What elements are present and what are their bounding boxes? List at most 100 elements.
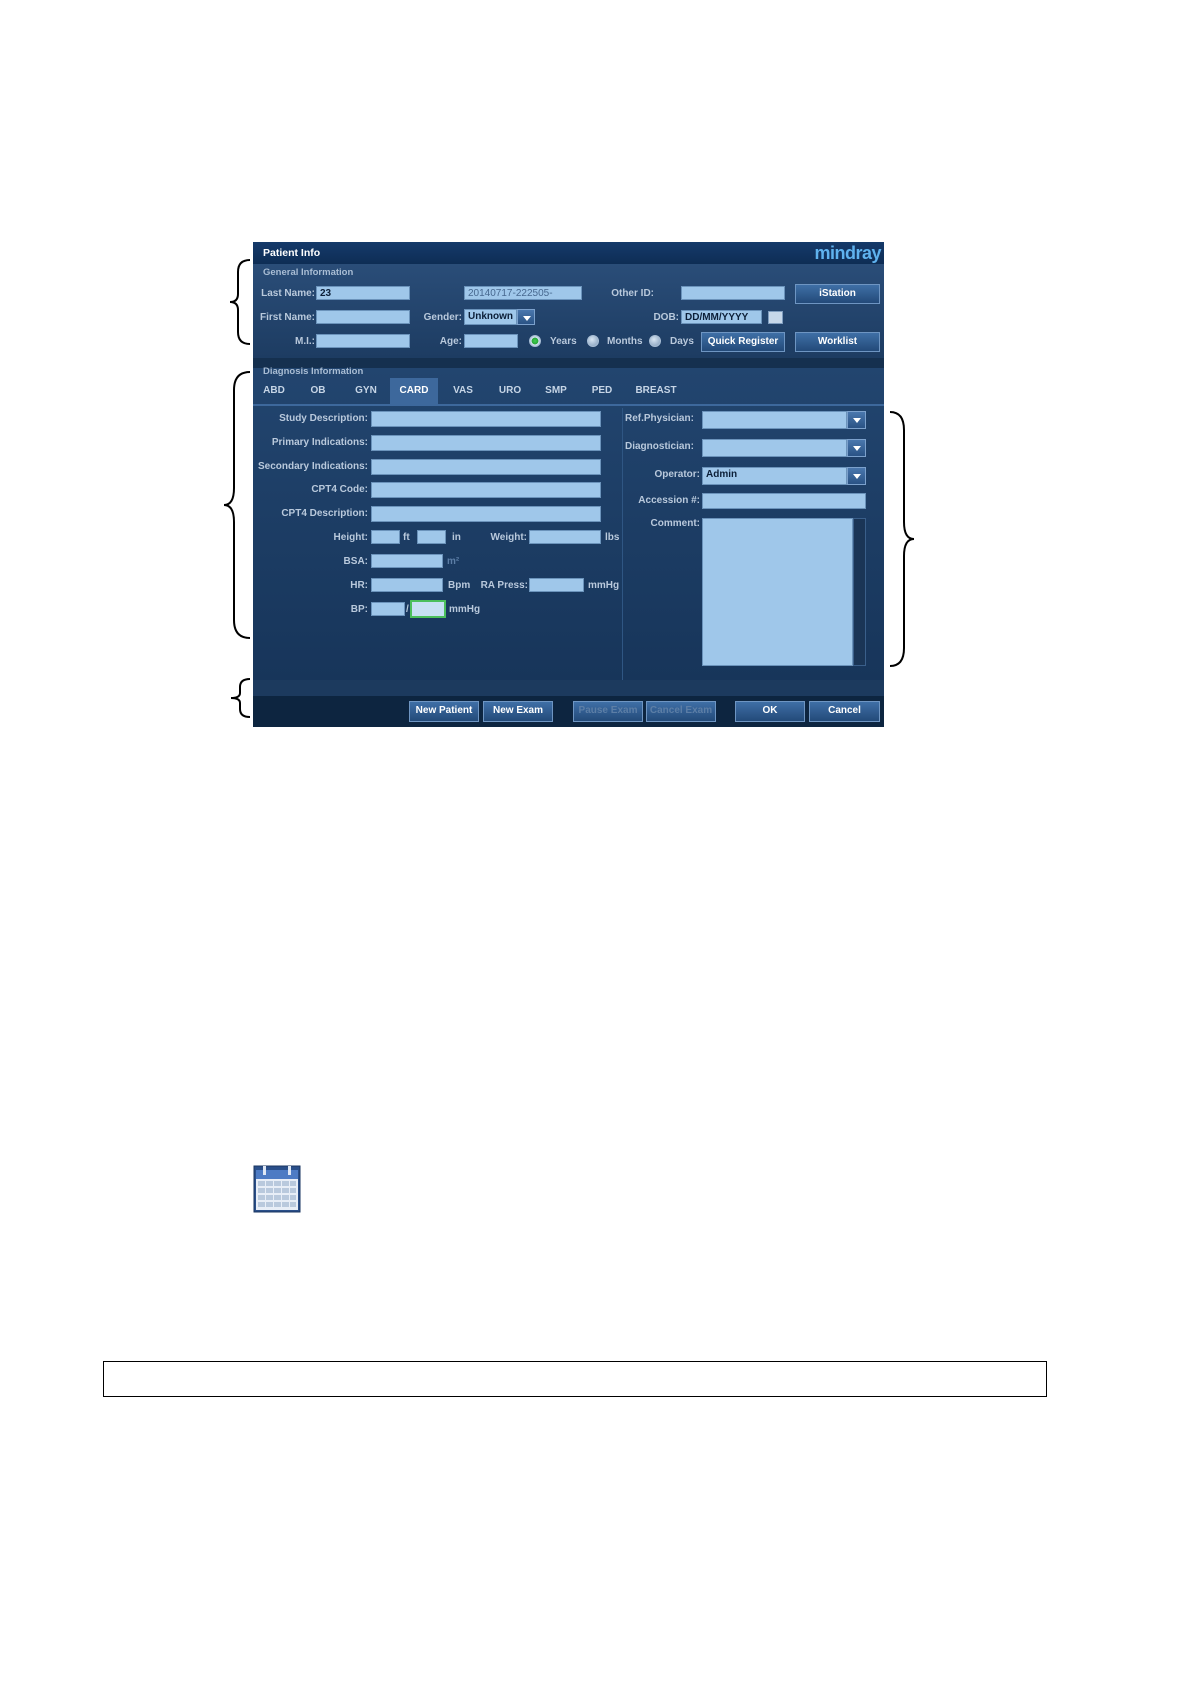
note-box [103, 1361, 1047, 1397]
diagnostician-label: Diagnostician: [625, 441, 694, 452]
bsa-unit: m² [447, 556, 460, 567]
height-in-unit: in [452, 532, 461, 543]
tab-uro[interactable]: URO [487, 378, 533, 404]
tab-smp[interactable]: SMP [533, 378, 579, 404]
cpt4-description-field[interactable] [371, 506, 601, 522]
patient-id-field[interactable]: 20140717-222505- [464, 286, 582, 300]
ok-button[interactable]: OK [735, 701, 805, 722]
bp-diastolic-field[interactable] [410, 600, 446, 618]
dob-label: DOB: [653, 312, 679, 323]
height-ft-field[interactable] [371, 530, 400, 544]
new-exam-button[interactable]: New Exam [483, 701, 553, 722]
cpt4-code-label: CPT4 Code: [311, 484, 368, 495]
general-section-title: General Information [263, 267, 354, 278]
radio-months[interactable] [587, 335, 599, 347]
height-in-field[interactable] [417, 530, 446, 544]
bp-unit: mmHg [449, 604, 481, 615]
ref-physician-select[interactable] [702, 411, 847, 429]
study-description-label: Study Description: [279, 413, 368, 424]
brace-diagnosis-icon [223, 371, 251, 639]
radio-days[interactable] [649, 335, 661, 347]
age-field[interactable] [464, 334, 518, 348]
first-name-label: First Name: [259, 312, 315, 323]
gender-dropdown-arrow-icon[interactable] [517, 309, 535, 325]
height-label: Height: [333, 532, 368, 543]
diagnosis-information-section: Diagnosis Information ABD OB GYN CARD VA… [253, 366, 884, 680]
dob-field[interactable]: DD/MM/YYYY [681, 310, 762, 324]
brace-footer-icon [230, 678, 251, 718]
hr-label: HR: [350, 580, 368, 591]
tab-vas[interactable]: VAS [440, 378, 486, 404]
tab-gyn[interactable]: GYN [343, 378, 389, 404]
general-information-section: General Information Last Name: 23 Patien… [253, 264, 884, 358]
diagnostician-select[interactable] [702, 439, 847, 457]
tab-breast[interactable]: BREAST [626, 378, 686, 404]
ra-press-unit: mmHg [588, 580, 620, 591]
bp-systolic-field[interactable] [371, 602, 405, 616]
primary-indications-label: Primary Indications: [271, 437, 368, 448]
last-name-label: Last Name: [261, 288, 315, 299]
cancel-button[interactable]: Cancel [809, 701, 880, 722]
cpt4-code-field[interactable] [371, 482, 601, 498]
dialog-title: Patient Info [263, 247, 321, 259]
comment-textarea[interactable] [702, 518, 853, 666]
quick-register-button[interactable]: Quick Register [701, 332, 785, 352]
first-name-field[interactable] [316, 310, 410, 324]
comment-label: Comment: [650, 518, 700, 529]
mi-label: M.I.: [295, 336, 315, 347]
brace-right-icon [889, 411, 915, 667]
bp-label: BP: [350, 604, 368, 615]
radio-days-label: Days [670, 336, 694, 347]
radio-months-label: Months [607, 336, 643, 347]
primary-indications-field[interactable] [371, 435, 601, 451]
accession-field[interactable] [702, 493, 866, 509]
diagnostician-dropdown-arrow-icon[interactable] [847, 439, 866, 457]
footer-bar: New Patient New Exam Pause Exam Cancel E… [253, 696, 884, 727]
hr-unit: Bpm [448, 580, 471, 591]
brace-general-icon [229, 259, 251, 345]
istation-button[interactable]: iStation [795, 284, 880, 304]
secondary-indications-label: Secondary Indications: [257, 461, 368, 472]
other-id-field[interactable] [681, 286, 785, 300]
cancel-exam-button[interactable]: Cancel Exam [646, 701, 716, 722]
exam-type-tabs: ABD OB GYN CARD VAS URO SMP PED BREAST [253, 378, 884, 404]
operator-select[interactable]: Admin [702, 467, 847, 485]
tab-card[interactable]: CARD [390, 378, 438, 404]
operator-dropdown-arrow-icon[interactable] [847, 467, 866, 485]
tab-abd[interactable]: ABD [253, 378, 295, 404]
height-ft-unit: ft [403, 532, 410, 543]
brand-logo: mindray [814, 243, 881, 263]
calendar-icon [253, 1165, 301, 1213]
hr-field[interactable] [371, 578, 443, 592]
last-name-field[interactable]: 23 [316, 286, 410, 300]
radio-years[interactable] [529, 335, 541, 347]
calendar-icon[interactable] [768, 311, 783, 324]
weight-label: Weight: [490, 532, 527, 543]
weight-field[interactable] [529, 530, 601, 544]
gender-select[interactable]: Unknown [464, 309, 517, 325]
study-description-field[interactable] [371, 411, 601, 427]
gender-label: Gender: [423, 312, 462, 323]
column-divider [622, 408, 623, 680]
ra-press-field[interactable] [529, 578, 584, 592]
secondary-indications-field[interactable] [371, 459, 601, 475]
pause-exam-button[interactable]: Pause Exam [573, 701, 643, 722]
operator-label: Operator: [654, 469, 700, 480]
comment-scrollbar[interactable] [853, 518, 866, 666]
ref-physician-dropdown-arrow-icon[interactable] [847, 411, 866, 429]
patient-info-dialog: Patient Info mindray General Information… [253, 242, 884, 727]
new-patient-button[interactable]: New Patient [409, 701, 479, 722]
diagnosis-section-title: Diagnosis Information [263, 366, 364, 377]
bsa-label: BSA: [343, 556, 368, 567]
accession-label: Accession #: [638, 495, 700, 506]
tab-underline [253, 404, 884, 406]
tab-ob[interactable]: OB [297, 378, 339, 404]
bsa-field[interactable] [371, 554, 443, 568]
radio-years-label: Years [550, 336, 577, 347]
bp-separator: / [406, 604, 409, 615]
mi-field[interactable] [316, 334, 410, 348]
worklist-button[interactable]: Worklist [795, 332, 880, 352]
ref-physician-label: Ref.Physician: [625, 413, 694, 424]
cpt4-description-label: CPT4 Description: [281, 508, 368, 519]
tab-ped[interactable]: PED [579, 378, 625, 404]
